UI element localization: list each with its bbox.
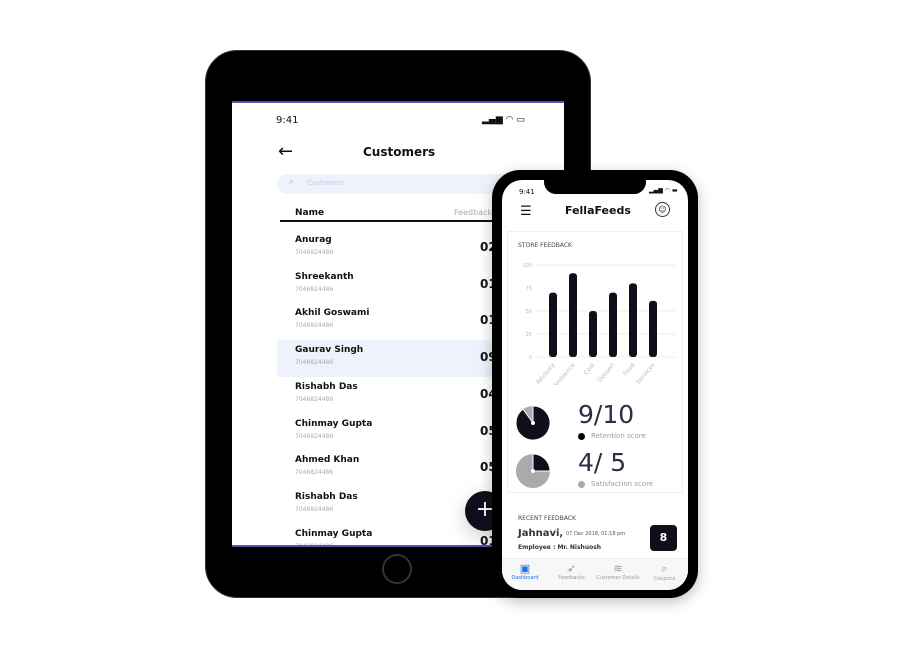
customer-phone: 7046824486 (295, 322, 334, 330)
app-title: FellaFeeds (565, 204, 631, 217)
nav-label: Customer Details (596, 575, 640, 581)
y-tick-label: 50 (526, 309, 532, 315)
nav-label: Coupons (653, 576, 676, 582)
customer-name: Chinmay Gupta (295, 528, 373, 539)
y-tick-label: 100 (522, 263, 532, 269)
x-tick-label: Food (622, 362, 637, 378)
status-icons: ▂▄▆ ◠ ▭ (482, 115, 525, 125)
bar-ambience (569, 273, 577, 357)
page-title: Customers (363, 145, 436, 159)
nav-coupons[interactable]: ⌕ Coupons (642, 559, 688, 582)
recent-date: 07 Dec 2018, 01:18 pm (566, 531, 626, 537)
customer-phone: 7046824486 (295, 542, 334, 547)
score-pie (516, 406, 550, 440)
customer-phone: 7046824486 (295, 432, 334, 440)
x-tick-label: Dessert (596, 361, 617, 384)
status-time: 9:41 (276, 115, 299, 126)
bar-services (649, 300, 657, 357)
back-arrow-icon[interactable]: ← (278, 141, 293, 162)
phone-screen: 9:41 ▂▄▆ ◠ ▬ ☰ FellaFeeds ☺ STORE FEEDBA… (502, 180, 688, 590)
menu-icon[interactable]: ☰ (520, 204, 532, 219)
recent-employee: Employee : Mr. Nishuosh (518, 544, 602, 551)
customer-phone: 7046824486 (295, 285, 334, 293)
score-pie (516, 454, 550, 488)
bar-dessert (609, 292, 617, 357)
status-time: 9:41 (519, 188, 535, 196)
legend-dot (578, 481, 585, 488)
customer-phone: 7046824486 (295, 505, 334, 513)
customer-phone: 7046824486 (295, 469, 334, 477)
recent-name: Jahnavi, (518, 528, 564, 539)
y-tick-label: 0 (529, 355, 532, 361)
nav-label: Dashboard (511, 575, 539, 581)
bottom-nav: ▣ Dashboard ➶ Feedbacks ≋ Customer Details ⌕ Co… (502, 558, 688, 590)
customer-name: Rishabh Das (295, 491, 358, 502)
customer-name: Rishabh Das (295, 381, 358, 392)
nav-customer-details[interactable]: ≋ Customer Details (595, 559, 641, 581)
customer-name: Akhil Goswami (295, 308, 370, 319)
customer-name: Ahmed Khan (295, 455, 360, 466)
home-button[interactable] (382, 554, 412, 584)
dashboard-icon: ▣ (519, 562, 531, 575)
customer-phone: 7046824486 (295, 395, 334, 403)
customer-name: Chinmay Gupta (295, 418, 373, 429)
score-label: Satisfaction score (591, 480, 654, 488)
x-tick-label: Ambience (552, 362, 577, 385)
score-value: 9/10 (578, 400, 635, 429)
legend-dot (578, 433, 585, 440)
x-tick-label: Services (635, 362, 657, 385)
bar-chart: 0255075100AdvisoryAmbience Cost Dessert Foo… (522, 263, 676, 385)
recent-heading: RECENT FEEDBACK (518, 515, 576, 522)
score-label: Retention score (591, 432, 646, 440)
rocket-icon: ➶ (566, 562, 577, 575)
customer-name: Shreekanth (295, 271, 354, 282)
y-tick-label: 75 (526, 286, 532, 292)
bar-cost (589, 311, 597, 357)
search-icon: ⌕ (661, 562, 668, 575)
phone-notch (544, 178, 646, 194)
bar-food (629, 283, 637, 357)
column-feedback: Feedback (454, 208, 493, 217)
customer-phone: 7046824486 (295, 359, 334, 367)
chart-title: STORE FEEDBACK (518, 242, 572, 249)
nav-dashboard[interactable]: ▣ Dashboard (502, 559, 548, 581)
bar-advisory (549, 292, 557, 357)
status-icons: ▂▄▆ ◠ ▬ (649, 187, 678, 194)
y-tick-label: 25 (526, 332, 532, 338)
customer-name: Gaurav Singh (295, 345, 364, 356)
customer-phone: 7046824486 (295, 249, 334, 256)
search-icon: ⌕ (289, 177, 295, 187)
score-value: 4/ 5 (578, 448, 627, 477)
layers-icon: ≋ (613, 562, 623, 575)
nav-feedbacks[interactable]: ➶ Feedbacks (549, 559, 595, 581)
column-name: Name (295, 208, 325, 218)
customer-name: Anurag (295, 235, 332, 245)
search-placeholder: Customers (307, 179, 345, 187)
x-tick-label: Cost (583, 361, 597, 376)
profile-icon[interactable]: ☺ (655, 202, 670, 217)
nav-label: Feedbacks (558, 575, 585, 581)
feedback-count-badge[interactable]: 8 (650, 525, 677, 551)
